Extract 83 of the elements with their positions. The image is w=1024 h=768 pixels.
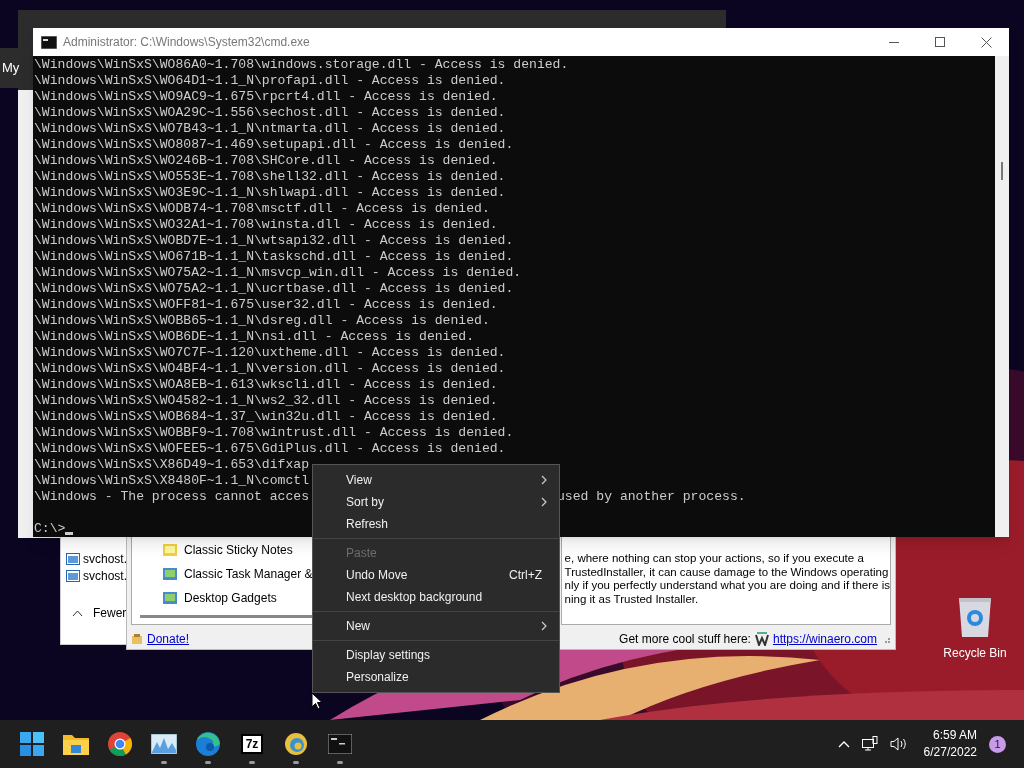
menu-item[interactable]: Sort by xyxy=(313,491,559,513)
console-line: \Windows\WinSxS\WOFEE5~1.675\GdiPlus.dll - Access is denied. xyxy=(34,441,506,457)
menu-item[interactable]: Personalize xyxy=(313,666,559,688)
console-line: \Windows\WinSxS\WO8087~1.469\setupapi.dll - Access is denied. xyxy=(34,137,514,153)
chevron-up-icon[interactable] xyxy=(837,740,850,748)
command-prompt-icon[interactable] xyxy=(328,734,352,754)
console-line: \Windows\WinSxS\WOA8EB~1.613\wkscli.dll - Access is denied. xyxy=(34,377,498,393)
description-text: ning it as Trusted Installer. xyxy=(564,592,700,606)
console-line: \Windows\WinSxS\WO246B~1.708\SHCore.dll - Access is denied. xyxy=(34,153,498,169)
menu-item[interactable]: View xyxy=(313,469,559,491)
site-logo-icon xyxy=(754,632,769,646)
console-line: \Windows\WinSxS\WO671B~1.1_N\taskschd.dll - Access is denied. xyxy=(34,249,514,265)
console-line: \Windows\WinSxS\WO553E~1.708\shell32.dll - Access is denied. xyxy=(34,169,506,185)
menu-item[interactable]: Next desktop background xyxy=(313,586,559,608)
text-cursor xyxy=(65,532,74,535)
app-icon xyxy=(162,542,178,558)
console-line: \Windows\WinSxS\WO32A1~1.708\winsta.dll - Access is denied. xyxy=(34,217,498,233)
folder-icon[interactable] xyxy=(63,733,89,755)
window-label: My xyxy=(2,59,20,77)
description-text: nly if you perfectly understand what you are doing and if there is xyxy=(564,579,890,593)
mouse-pointer-icon xyxy=(311,692,323,710)
console-line: \Windows\WinSxS\WO4582~1.1_N\ws2_32.dll - Access is denied. xyxy=(34,393,498,409)
chevron-up-icon xyxy=(72,609,83,617)
donate-icon xyxy=(131,633,143,645)
chrome-icon[interactable] xyxy=(108,732,132,756)
command-prompt[interactable]: C:\> xyxy=(34,521,66,537)
description-text: TrustedInstaller, it can cause damage to the Windows operating xyxy=(564,565,890,579)
network-icon[interactable] xyxy=(861,736,878,752)
archiver-icon[interactable]: 7z xyxy=(241,734,263,754)
app-icon xyxy=(162,590,178,606)
process-name[interactable]: svchost. xyxy=(83,549,127,568)
chevron-right-icon xyxy=(541,497,547,507)
tree-item[interactable]: Classic Sticky Notes xyxy=(184,541,293,559)
windows-logo-icon[interactable] xyxy=(20,732,44,756)
notification-badge[interactable]: 1 xyxy=(989,735,1006,753)
console-line: \Windows\WinSxS\WOBBF9~1.708\wintrust.dll - Access is denied. xyxy=(34,425,514,441)
desktop-icon-label[interactable]: Recycle Bin xyxy=(943,644,1007,662)
console-line: \Windows\WinSxS\WO3E9C~1.1_N\shlwapi.dll - Access is denied. xyxy=(34,185,506,201)
volume-icon[interactable] xyxy=(889,736,908,752)
donate-link[interactable]: Donate! xyxy=(147,630,190,648)
menu-item[interactable]: Display settings xyxy=(313,644,559,666)
console-line: \Windows\WinSxS\WO7B43~1.1_N\ntmarta.dll - Access is denied. xyxy=(34,121,506,137)
close-icon xyxy=(980,36,992,48)
website-link[interactable]: https://winaero.com xyxy=(772,630,877,648)
console-line: \Windows\WinSxS\X8480F~1.1_N\comctl xyxy=(34,473,309,489)
console-line: \Windows\WinSxS\WOFF81~1.675\user32.dll - Access is denied. xyxy=(34,297,498,313)
window-title: Administrator: C:\Windows\System32\cmd.exe xyxy=(63,34,310,51)
console-line: \Windows\WinSxS\WO9AC9~1.675\rpcrt4.dll - Access is denied. xyxy=(34,89,498,105)
console-line: \Windows\WinSxS\WO75A2~1.1_N\ucrtbase.dll - Access is denied. xyxy=(34,281,514,297)
console-line: \Windows\WinSxS\WO86A0~1.708\windows.storage.dll - Access is denied. xyxy=(34,57,569,73)
console-line: \Windows\WinSxS\WOBD7E~1.1_N\wtsapi32.dll - Access is denied. xyxy=(34,233,514,249)
console-line: \Windows\WinSxS\X86D49~1.653\difxap xyxy=(34,457,309,473)
console-line: \Windows - The process cannot acces xyxy=(34,489,309,505)
menu-item[interactable]: New xyxy=(313,615,559,637)
minimize-icon xyxy=(889,41,899,43)
console-line: \Windows\WinSxS\WO7C7F~1.120\uxtheme.dll - Access is denied. xyxy=(34,345,506,361)
console-line: \Windows\WinSxS\WOA29C~1.556\sechost.dll - Access is denied. xyxy=(34,105,506,121)
clock[interactable]: 6:59 AM 6/27/2022 xyxy=(919,727,977,761)
process-icon xyxy=(66,569,80,582)
promo-text: Get more cool stuff here: xyxy=(619,631,751,648)
console-line: \Windows\WinSxS\WOB684~1.37_\win32u.dll - Access is denied. xyxy=(34,409,498,425)
console-line: \Windows\WinSxS\WO64D1~1.1_N\profapi.dll - Access is denied. xyxy=(34,73,506,89)
fewer-details-button[interactable]: Fewer xyxy=(93,604,127,622)
process-icon xyxy=(66,552,80,565)
app-icon xyxy=(162,566,178,582)
chevron-right-icon xyxy=(541,621,547,631)
console-line: \Windows\WinSxS\WO75A2~1.1_N\msvcp_win.dll - Access is denied. xyxy=(34,265,522,281)
console-line: \Windows\WinSxS\WOBB65~1.1_N\dsreg.dll - Access is denied. xyxy=(34,313,490,329)
menu-item[interactable]: Refresh xyxy=(313,513,559,535)
scroll-thumb[interactable] xyxy=(1001,162,1003,180)
tree-item[interactable]: Desktop Gadgets xyxy=(184,589,277,607)
console-line: \Windows\WinSxS\WOB6DE~1.1_N\nsi.dll - Access is denied. xyxy=(34,329,475,345)
console-line: \Windows\WinSxS\WO4BF4~1.1_N\version.dll - Access is denied. xyxy=(34,361,506,377)
description-text: e, where nothing can stop your actions, so if you execute a xyxy=(564,552,865,566)
console-line: \Windows\WinSxS\WODB74~1.708\msctf.dll - Access is denied. xyxy=(34,201,490,217)
menu-item[interactable]: Undo Move Ctrl+Z xyxy=(313,564,559,586)
command-prompt-icon xyxy=(41,35,57,49)
shortcut-text: Ctrl+Z xyxy=(509,567,543,584)
tree-item[interactable]: Classic Task Manager & xyxy=(184,565,313,583)
process-name[interactable]: svchost. xyxy=(83,566,127,585)
maximize-icon xyxy=(935,37,945,47)
chevron-right-icon xyxy=(541,475,547,485)
recycle-bin-icon[interactable] xyxy=(957,596,993,638)
